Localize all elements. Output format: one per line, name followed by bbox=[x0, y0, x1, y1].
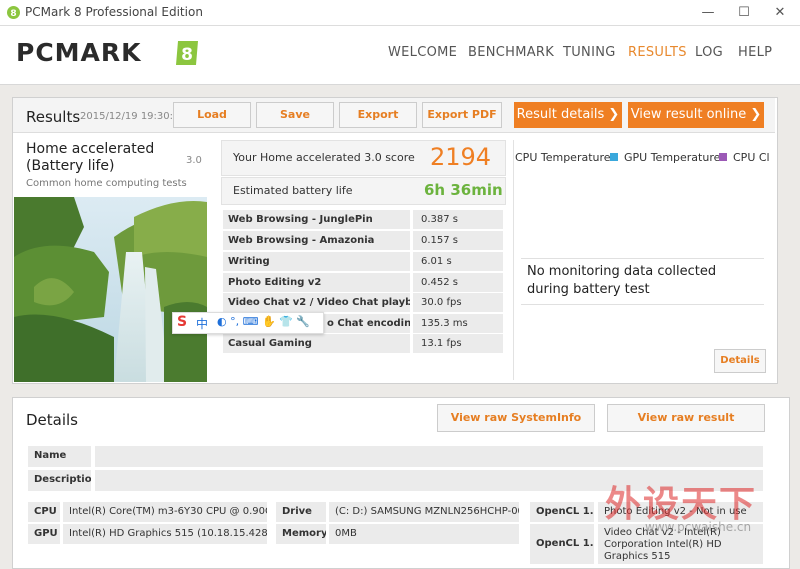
window-title: PCMark 8 Professional Edition bbox=[25, 5, 203, 19]
ime-toolbar[interactable]: S 中 ◐ °, ⌨ ✋ 👕 🔧 bbox=[172, 312, 324, 334]
battery-value: 6h 36min bbox=[424, 181, 503, 199]
pcmark-8-logo-icon: 8 bbox=[176, 41, 198, 65]
cpu-value: Intel(R) Core(TM) m3-6Y30 CPU @ 0.90GHz bbox=[63, 502, 267, 522]
view-result-online-button[interactable]: View result online ❯ bbox=[628, 102, 764, 128]
result-details-button[interactable]: Result details ❯ bbox=[514, 102, 622, 128]
load-button[interactable]: Load bbox=[173, 102, 251, 128]
nav-welcome[interactable]: WELCOME bbox=[388, 45, 457, 60]
maximize-button[interactable]: ☐ bbox=[729, 3, 759, 23]
watermark-url: www.pcwaishe.cn bbox=[645, 520, 752, 534]
pcmark-app-icon: 8 bbox=[7, 6, 20, 19]
app-header: PCMARK 8 WELCOME BENCHMARK TUNING RESULT… bbox=[0, 26, 800, 85]
no-monitoring-data-message: No monitoring data collected during batt… bbox=[527, 264, 717, 297]
opencl-label-1: OpenCL 1.1 bbox=[530, 502, 594, 522]
nav-results[interactable]: RESULTS bbox=[628, 45, 687, 60]
subtest-row: Web Browsing - Amazonia 0.157 s bbox=[223, 231, 503, 250]
monitoring-details-button[interactable]: Details bbox=[714, 349, 766, 373]
battery-label: Estimated battery life bbox=[233, 184, 353, 197]
svg-text:8: 8 bbox=[10, 9, 16, 19]
subtest-row: Casual Gaming 13.1 fps bbox=[223, 334, 503, 353]
test-version: 3.0 bbox=[186, 155, 202, 166]
ime-tool-icons[interactable]: ◐ °, ⌨ ✋ 👕 🔧 bbox=[217, 315, 310, 328]
save-button[interactable]: Save bbox=[256, 102, 334, 128]
close-button[interactable]: ✕ bbox=[765, 3, 795, 23]
nav-help[interactable]: HELP bbox=[738, 45, 772, 60]
legend-cpu-temperature: CPU Temperature bbox=[515, 151, 611, 164]
name-label: Name bbox=[28, 446, 91, 467]
memory-value: 0MB bbox=[329, 524, 519, 544]
legend-gpu-temperature: GPU Temperature bbox=[610, 151, 720, 164]
nav-benchmark[interactable]: BENCHMARK bbox=[468, 45, 554, 60]
test-description: Common home computing tests bbox=[26, 178, 187, 189]
memory-label: Memory bbox=[276, 524, 326, 544]
nav-tuning[interactable]: TUNING bbox=[563, 45, 616, 60]
gpu-value: Intel(R) HD Graphics 515 (10.18.15.4281) bbox=[63, 524, 267, 544]
name-value bbox=[95, 446, 763, 467]
test-name: Home accelerated (Battery life) bbox=[26, 141, 155, 174]
cpu-clock-swatch bbox=[719, 153, 727, 161]
svg-text:8: 8 bbox=[181, 45, 193, 65]
sogou-logo-icon: S bbox=[177, 314, 188, 330]
pcmark-logo: PCMARK bbox=[16, 38, 142, 67]
view-raw-result-button[interactable]: View raw result bbox=[607, 404, 765, 432]
subtest-row: Writing 6.01 s bbox=[223, 252, 503, 271]
gpu-label: GPU bbox=[28, 524, 60, 544]
score-value: 2194 bbox=[430, 143, 492, 171]
subtest-row: Photo Editing v2 0.452 s bbox=[223, 273, 503, 292]
results-date: 2015/12/19 19:30:55 bbox=[80, 111, 186, 122]
cpu-label: CPU bbox=[28, 502, 60, 522]
export-pdf-button[interactable]: Export PDF bbox=[422, 102, 502, 128]
gpu-temperature-swatch bbox=[610, 153, 618, 161]
minimize-button[interactable]: — bbox=[693, 3, 723, 23]
export-button[interactable]: Export bbox=[339, 102, 417, 128]
drive-value: (C: D:) SAMSUNG MZNLN256HCHP-000L2 bbox=[329, 502, 519, 522]
window-titlebar: 8 PCMark 8 Professional Edition — ☐ ✕ bbox=[0, 0, 800, 26]
details-title: Details bbox=[26, 411, 79, 429]
ime-language-toggle[interactable]: 中 bbox=[196, 315, 208, 332]
waterfall-test-image bbox=[14, 197, 207, 382]
subtest-row: Web Browsing - JunglePin 0.387 s bbox=[223, 210, 503, 229]
view-raw-systeminfo-button[interactable]: View raw SystemInfo bbox=[437, 404, 595, 432]
nav-log[interactable]: LOG bbox=[695, 45, 723, 60]
legend-cpu-clock: CPU Cl bbox=[719, 151, 770, 164]
score-label: Your Home accelerated 3.0 score bbox=[233, 151, 415, 164]
results-title: Results bbox=[26, 108, 81, 126]
subtest-row: Video Chat v2 / Video Chat playback 1 v3… bbox=[223, 293, 503, 312]
description-label: Description bbox=[28, 470, 91, 491]
opencl-label-2: OpenCL 1.1 bbox=[530, 524, 594, 564]
drive-label: Drive bbox=[276, 502, 326, 522]
